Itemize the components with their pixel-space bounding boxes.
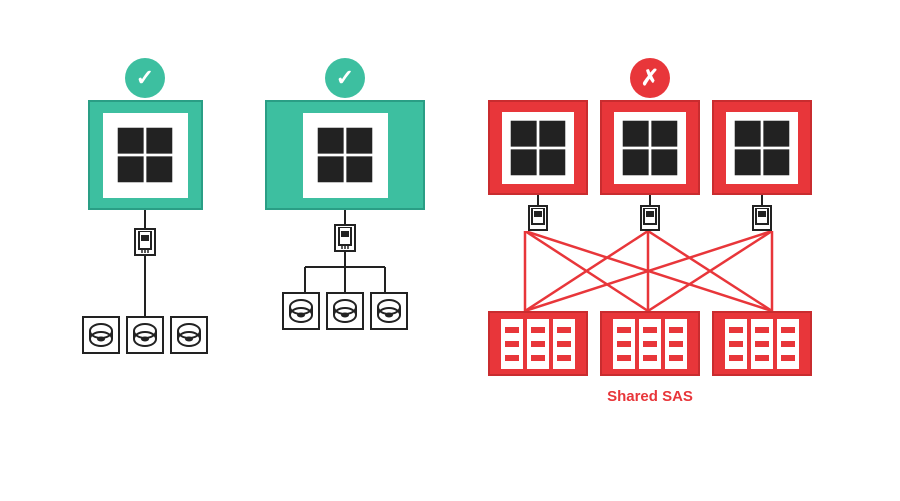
shared-sas-label: Shared SAS [607,388,693,405]
scenario1-storage [82,316,208,354]
scenario3-servers [488,100,812,231]
windows-logo-icon3b [620,118,680,178]
scenario3-storage [488,311,812,376]
scenario2-status-icon: ✓ [325,58,365,98]
windows-logo-icon3a [508,118,568,178]
cross-connections [470,231,830,311]
windows-logo-icon [115,125,175,185]
hba-icon-s3b [643,208,657,228]
scenario2-server-box [265,100,425,210]
scenario3-status-icon: ✗ [630,58,670,98]
windows-logo-icon2 [315,125,375,185]
disk-icon [131,321,159,349]
scenario1-status-icon: ✓ [125,58,165,98]
disk-icon [287,297,315,325]
windows-logo-icon3c [732,118,792,178]
scenario1-hba [134,210,156,316]
disk-icon [375,297,403,325]
scenario3: ✗ [465,50,835,406]
scenario2-hba [334,224,356,252]
scenario2-branch-lines [285,252,405,292]
hba-icon [137,231,153,253]
scenario1-server-box [88,100,203,210]
scenario1: ✓ [65,50,225,354]
scenario2-storage [282,292,408,330]
main-diagram: ✓ [0,0,900,501]
scenario2: ✓ [265,50,425,330]
disk-icon [87,321,115,349]
hba-icon-s3c [755,208,769,228]
disk-icon [175,321,203,349]
hba-icon-s3a [531,208,545,228]
disk-icon [331,297,359,325]
